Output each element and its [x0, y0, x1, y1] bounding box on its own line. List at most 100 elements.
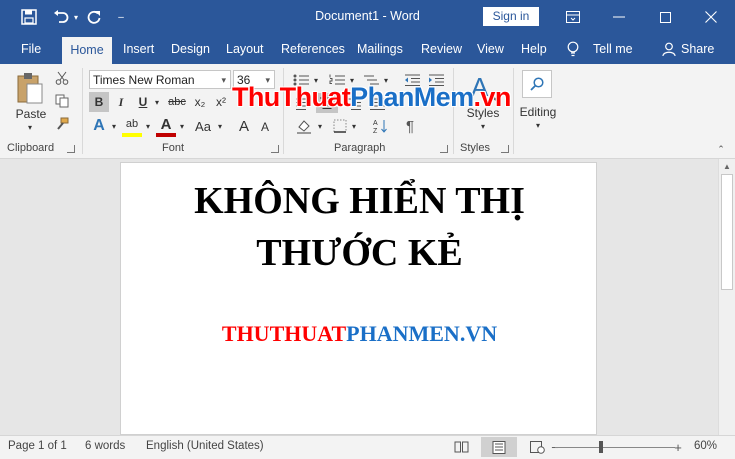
- svg-text:A: A: [373, 120, 378, 127]
- document-page[interactable]: KHÔNG HIỂN THỊ THƯỚC KẺ THUTHUATPHANMEN.…: [120, 162, 597, 435]
- print-layout-icon[interactable]: [481, 437, 517, 457]
- styles-dropdown-icon[interactable]: ▾: [477, 121, 489, 131]
- document-heading[interactable]: KHÔNG HIỂN THỊ THƯỚC KẺ: [121, 175, 598, 279]
- scroll-thumb[interactable]: [721, 174, 733, 290]
- ribbon-tabs: File Home Insert Design Layout Reference…: [0, 34, 735, 64]
- maximize-icon[interactable]: [642, 0, 688, 34]
- format-painter-icon[interactable]: [54, 116, 70, 132]
- vertical-scrollbar[interactable]: ▲: [718, 159, 735, 435]
- watermark-logo: ThuThuatPhanMem.vn: [232, 82, 511, 113]
- font-name-combo[interactable]: Times New Roman ▾: [89, 70, 231, 89]
- customize-quick-access-icon[interactable]: –: [114, 7, 128, 27]
- document-area: KHÔNG HIỂN THỊ THƯỚC KẺ THUTHUATPHANMEN.…: [0, 159, 735, 435]
- document-subtitle[interactable]: THUTHUATPHANMEN.VN: [121, 321, 598, 347]
- highlight-button[interactable]: ab: [122, 115, 142, 137]
- paste-icon[interactable]: [13, 70, 47, 106]
- undo-dropdown-icon[interactable]: ▾: [71, 7, 81, 27]
- sort-icon[interactable]: AZ: [370, 116, 390, 136]
- borders-dropdown-icon[interactable]: ▾: [350, 116, 358, 136]
- tab-references[interactable]: References: [281, 34, 345, 64]
- tab-review[interactable]: Review: [421, 34, 462, 64]
- paragraph-group-label: Paragraph: [334, 142, 386, 154]
- styles-launcher-icon[interactable]: [501, 145, 509, 153]
- tab-home[interactable]: Home: [62, 37, 112, 64]
- group-divider: [82, 68, 83, 154]
- shading-dropdown-icon[interactable]: ▾: [316, 116, 324, 136]
- subtitle-blue-part: PHANMEN.VN: [346, 321, 498, 346]
- editing-dropdown-icon[interactable]: ▾: [532, 120, 544, 130]
- share-button[interactable]: Share: [681, 34, 714, 64]
- font-name-value: Times New Roman: [93, 73, 195, 87]
- tab-view[interactable]: View: [477, 34, 504, 64]
- highlight-dropdown-icon[interactable]: ▾: [143, 115, 153, 137]
- watermark-part3: .vn: [473, 82, 512, 112]
- underline-button[interactable]: U: [134, 92, 152, 112]
- title-bar: ▾ – Document1 - Word Sign in: [0, 0, 735, 34]
- read-mode-icon[interactable]: [452, 439, 470, 455]
- font-group-label: Font: [162, 142, 185, 154]
- superscript-button[interactable]: x²: [212, 92, 230, 112]
- zoom-level[interactable]: 60%: [694, 440, 717, 452]
- tab-layout[interactable]: Layout: [226, 34, 264, 64]
- font-color-button[interactable]: A: [156, 115, 176, 137]
- copy-icon[interactable]: [54, 93, 70, 109]
- zoom-in-button[interactable]: +: [673, 439, 683, 455]
- svg-text:Z: Z: [373, 128, 378, 134]
- text-effects-button[interactable]: A: [89, 115, 109, 137]
- styles-group-label: Styles: [460, 142, 490, 154]
- minimize-icon[interactable]: [596, 0, 642, 34]
- tab-help[interactable]: Help: [521, 34, 547, 64]
- status-bar: Page 1 of 1 6 words English (United Stat…: [0, 435, 735, 459]
- editing-label[interactable]: Editing: [516, 104, 560, 120]
- clipboard-launcher-icon[interactable]: [67, 145, 75, 153]
- web-layout-icon[interactable]: [528, 439, 546, 455]
- redo-icon[interactable]: [84, 7, 104, 27]
- search-icon[interactable]: [522, 70, 552, 98]
- share-person-icon[interactable]: [661, 39, 677, 59]
- sign-in-button[interactable]: Sign in: [483, 7, 539, 26]
- word-count[interactable]: 6 words: [85, 440, 125, 452]
- change-case-dropdown-icon[interactable]: ▾: [215, 115, 225, 137]
- font-launcher-icon[interactable]: [271, 145, 279, 153]
- font-color-dropdown-icon[interactable]: ▾: [177, 115, 187, 137]
- language-indicator[interactable]: English (United States): [146, 440, 264, 452]
- show-formatting-button[interactable]: ¶: [400, 116, 420, 136]
- subtitle-red-part: THUTHUAT: [221, 321, 347, 346]
- tell-me-search[interactable]: Tell me: [593, 34, 633, 64]
- subscript-button[interactable]: x₂: [191, 92, 209, 112]
- paragraph-launcher-icon[interactable]: [440, 145, 448, 153]
- undo-icon[interactable]: [50, 7, 72, 27]
- save-icon[interactable]: [19, 7, 39, 27]
- ribbon-display-icon[interactable]: [550, 0, 596, 34]
- collapse-ribbon-icon[interactable]: ⌃: [714, 144, 728, 154]
- heading-line-1: KHÔNG HIỂN THỊ: [194, 180, 525, 222]
- zoom-slider-handle[interactable]: [599, 441, 603, 453]
- zoom-slider[interactable]: [555, 447, 675, 448]
- borders-icon[interactable]: [330, 116, 350, 136]
- underline-dropdown-icon[interactable]: ▾: [152, 92, 162, 112]
- paste-label[interactable]: Paste: [14, 106, 48, 122]
- italic-button[interactable]: I: [112, 92, 130, 112]
- tab-design[interactable]: Design: [171, 34, 210, 64]
- watermark-part1: ThuThuat: [232, 82, 351, 112]
- cut-icon[interactable]: [54, 70, 70, 86]
- change-case-button[interactable]: Aa: [191, 115, 215, 137]
- strikethrough-button[interactable]: abc: [166, 92, 188, 112]
- grow-font-button[interactable]: A: [236, 115, 252, 137]
- heading-line-2: THƯỚC KẺ: [256, 232, 463, 274]
- paste-dropdown-icon[interactable]: ▾: [24, 122, 36, 132]
- clipboard-group-label: Clipboard: [7, 142, 55, 154]
- bold-button[interactable]: B: [89, 92, 109, 112]
- tab-mailings[interactable]: Mailings: [357, 34, 403, 64]
- chevron-down-icon: ▾: [221, 75, 226, 85]
- shading-icon[interactable]: [294, 116, 314, 136]
- group-divider: [513, 68, 514, 154]
- scroll-up-icon[interactable]: ▲: [722, 161, 732, 171]
- watermark-part2: PhanMem: [350, 82, 474, 112]
- tab-file[interactable]: File: [21, 34, 41, 64]
- tab-insert[interactable]: Insert: [123, 34, 154, 64]
- shrink-font-button[interactable]: A: [257, 117, 273, 137]
- text-effects-dropdown-icon[interactable]: ▾: [109, 115, 119, 137]
- page-count[interactable]: Page 1 of 1: [8, 440, 67, 452]
- close-icon[interactable]: [688, 0, 734, 34]
